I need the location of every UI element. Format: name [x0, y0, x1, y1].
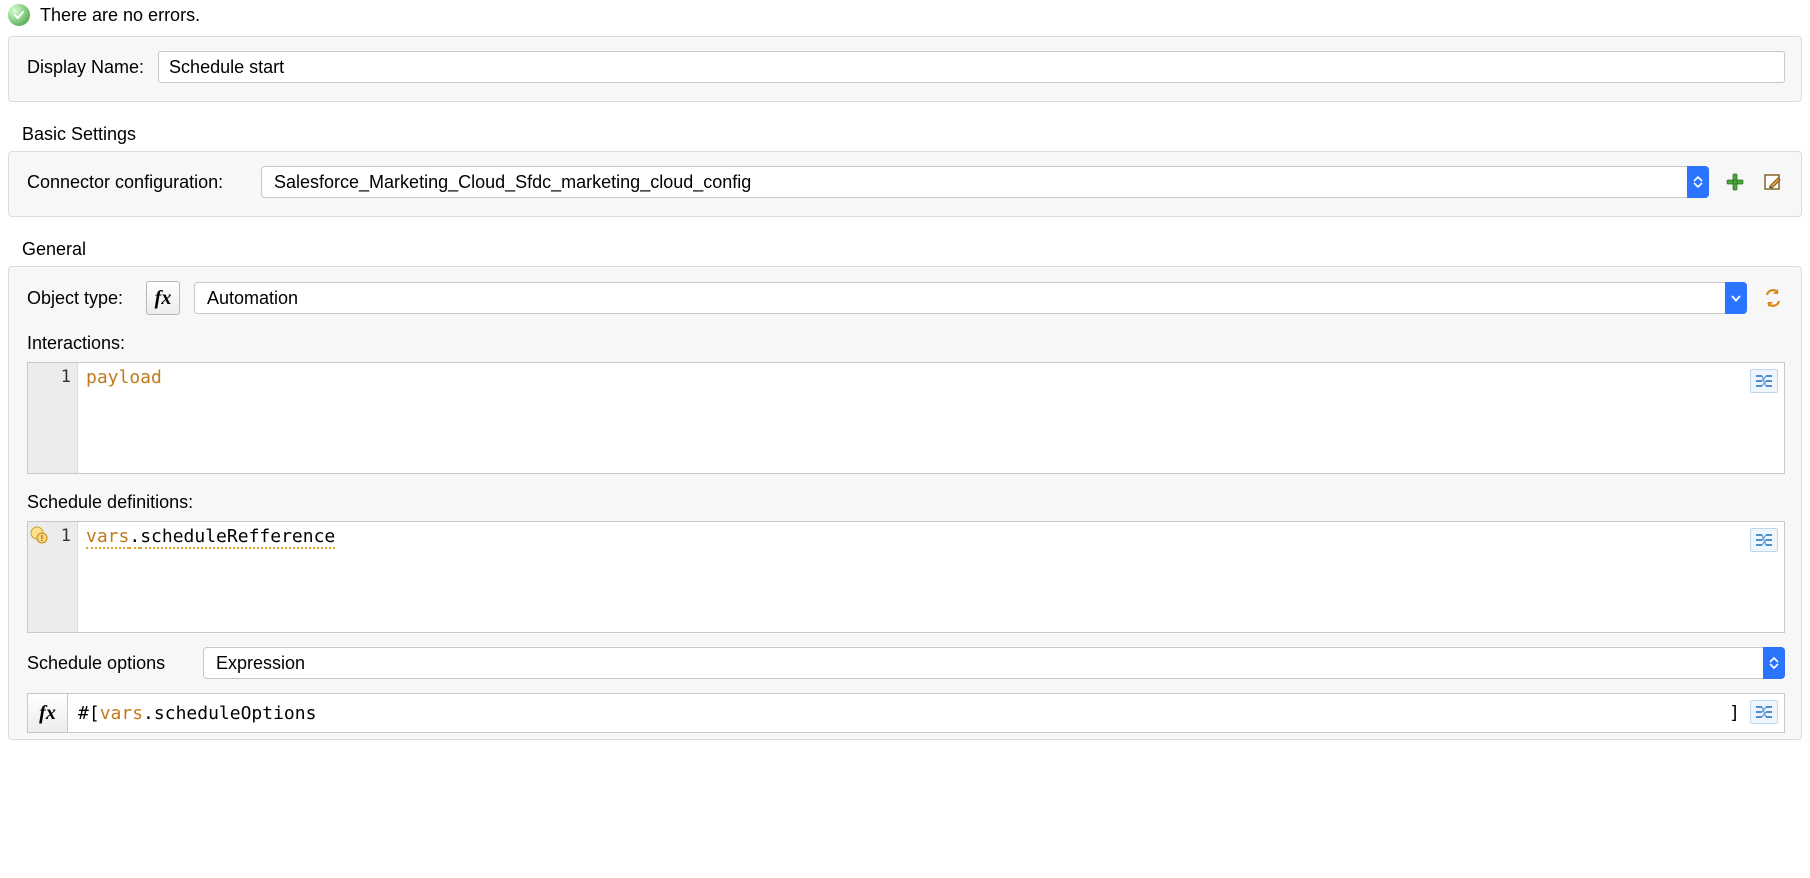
expression-input[interactable]: #[ vars.scheduleOptions [68, 694, 1784, 732]
status-text: There are no errors. [40, 5, 200, 26]
general-panel: Object type: fx Interactions: 1 payload … [8, 266, 1802, 740]
connector-config-label: Connector configuration: [27, 172, 247, 193]
schedule-options-select[interactable] [203, 647, 1785, 679]
token-keyword: payload [86, 367, 162, 388]
editor-gutter: 1 [28, 363, 78, 473]
interactions-editor[interactable]: 1 payload [27, 362, 1785, 474]
token-variable: vars [86, 526, 129, 549]
token-property: scheduleOptions [154, 703, 317, 724]
interactions-label: Interactions: [27, 333, 1785, 354]
warning-icon: ! [30, 526, 48, 544]
add-config-button[interactable] [1723, 170, 1747, 194]
edit-config-button[interactable] [1761, 170, 1785, 194]
svg-text:!: ! [41, 534, 44, 543]
line-number: 1 [61, 367, 71, 387]
expr-open: #[ [78, 703, 100, 724]
refresh-metadata-button[interactable] [1761, 286, 1785, 310]
connector-config-select-wrap [261, 166, 1709, 198]
expr-close-bracket: ] [1729, 703, 1740, 724]
schedule-options-select-wrap [203, 647, 1785, 679]
code-area[interactable]: vars.scheduleRefference [78, 522, 1784, 632]
dataweave-editor-button[interactable] [1750, 369, 1778, 393]
fx-toggle-button[interactable]: fx [146, 281, 180, 315]
general-title: General [22, 239, 1802, 260]
connector-config-select[interactable] [261, 166, 1709, 198]
code-area[interactable]: payload [78, 363, 1784, 473]
object-type-select[interactable] [194, 282, 1747, 314]
schedule-definitions-editor[interactable]: ! 1 vars.scheduleRefference [27, 521, 1785, 633]
line-number: 1 [61, 526, 71, 546]
schedule-options-expression-editor[interactable]: fx #[ vars.scheduleOptions ] [27, 693, 1785, 733]
fx-icon: fx [28, 694, 68, 732]
display-name-input[interactable] [158, 51, 1785, 83]
token-variable: vars [100, 703, 143, 724]
basic-settings-title: Basic Settings [22, 124, 1802, 145]
token-dot: . [129, 526, 140, 549]
fx-icon: fx [155, 287, 172, 310]
editor-gutter: ! 1 [28, 522, 78, 632]
display-name-label: Display Name: [27, 57, 144, 78]
status-row: There are no errors. [8, 4, 1802, 36]
dataweave-editor-button[interactable] [1750, 700, 1778, 724]
object-type-select-wrap [194, 282, 1747, 314]
token-dot: . [143, 703, 154, 724]
basic-settings-panel: Connector configuration: [8, 151, 1802, 217]
token-property: scheduleRefference [140, 526, 335, 549]
display-name-panel: Display Name: [8, 36, 1802, 102]
schedule-options-label: Schedule options [27, 653, 187, 674]
dataweave-editor-button[interactable] [1750, 528, 1778, 552]
object-type-label: Object type: [27, 288, 132, 309]
schedule-definitions-label: Schedule definitions: [27, 492, 1785, 513]
check-circle-icon [8, 4, 30, 26]
